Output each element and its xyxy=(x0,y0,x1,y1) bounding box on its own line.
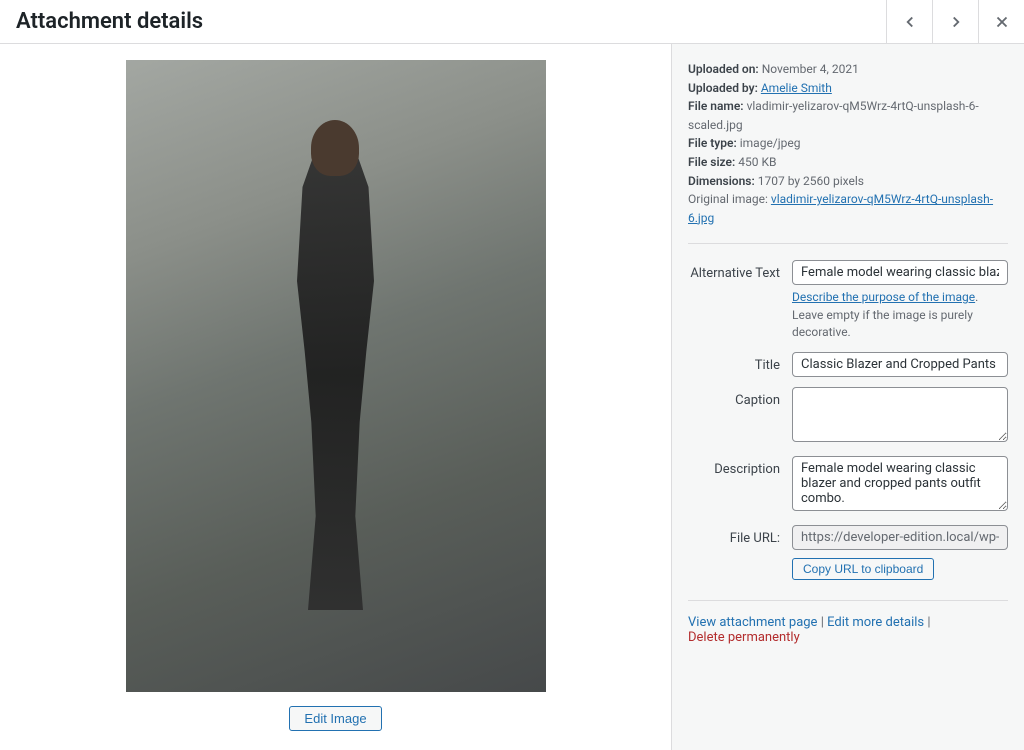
media-preview-panel: Edit Image xyxy=(0,44,672,750)
copy-url-button[interactable]: Copy URL to clipboard xyxy=(792,558,934,580)
chevron-left-icon xyxy=(901,13,919,31)
attachment-sidebar: Uploaded on: November 4, 2021 Uploaded b… xyxy=(672,44,1024,750)
uploaded-by-label: Uploaded by: xyxy=(688,81,758,95)
edit-image-button[interactable]: Edit Image xyxy=(289,706,381,731)
action-separator: | xyxy=(924,615,930,630)
file-type-value: image/jpeg xyxy=(740,136,801,150)
file-url-label: File URL: xyxy=(688,525,792,580)
title-input[interactable] xyxy=(792,352,1008,377)
edit-more-link[interactable]: Edit more details xyxy=(827,615,924,630)
uploaded-on-value: November 4, 2021 xyxy=(762,62,859,76)
chevron-right-icon xyxy=(947,13,965,31)
file-url-input[interactable] xyxy=(792,525,1008,550)
attachment-details: Uploaded on: November 4, 2021 Uploaded b… xyxy=(672,44,1024,243)
title-label: Title xyxy=(688,352,792,377)
dimensions-label: Dimensions: xyxy=(688,174,755,188)
file-name-label: File name: xyxy=(688,99,744,113)
action-separator: | xyxy=(817,615,827,630)
caption-textarea[interactable] xyxy=(792,387,1008,442)
description-label: Description xyxy=(688,456,792,515)
next-button[interactable] xyxy=(932,0,978,44)
header-nav-buttons xyxy=(886,0,1024,44)
modal-header: Attachment details xyxy=(0,0,1024,44)
file-type-label: File type: xyxy=(688,136,737,150)
caption-label: Caption xyxy=(688,387,792,446)
attachment-settings: Alternative Text Describe the purpose of… xyxy=(672,258,1024,599)
original-image-label: Original image: xyxy=(688,192,768,206)
file-size-label: File size: xyxy=(688,155,735,169)
file-size-value: 450 KB xyxy=(738,155,776,169)
uploaded-by-link[interactable]: Amelie Smith xyxy=(761,81,832,95)
attachment-image xyxy=(126,60,546,692)
prev-button[interactable] xyxy=(886,0,932,44)
alt-text-input[interactable] xyxy=(792,260,1008,285)
attachment-actions: View attachment page | Edit more details… xyxy=(672,600,1024,665)
alt-text-help-link[interactable]: Describe the purpose of the image xyxy=(792,290,975,304)
uploaded-on-label: Uploaded on: xyxy=(688,62,759,76)
close-icon xyxy=(993,13,1011,31)
alt-text-help: Describe the purpose of the image. Leave… xyxy=(792,289,1008,341)
close-button[interactable] xyxy=(978,0,1024,44)
modal-title: Attachment details xyxy=(0,9,886,34)
description-textarea[interactable] xyxy=(792,456,1008,511)
dimensions-value: 1707 by 2560 pixels xyxy=(758,174,864,188)
view-attachment-link[interactable]: View attachment page xyxy=(688,615,817,630)
alt-text-label: Alternative Text xyxy=(688,260,792,341)
delete-permanently-link[interactable]: Delete permanently xyxy=(688,630,800,645)
